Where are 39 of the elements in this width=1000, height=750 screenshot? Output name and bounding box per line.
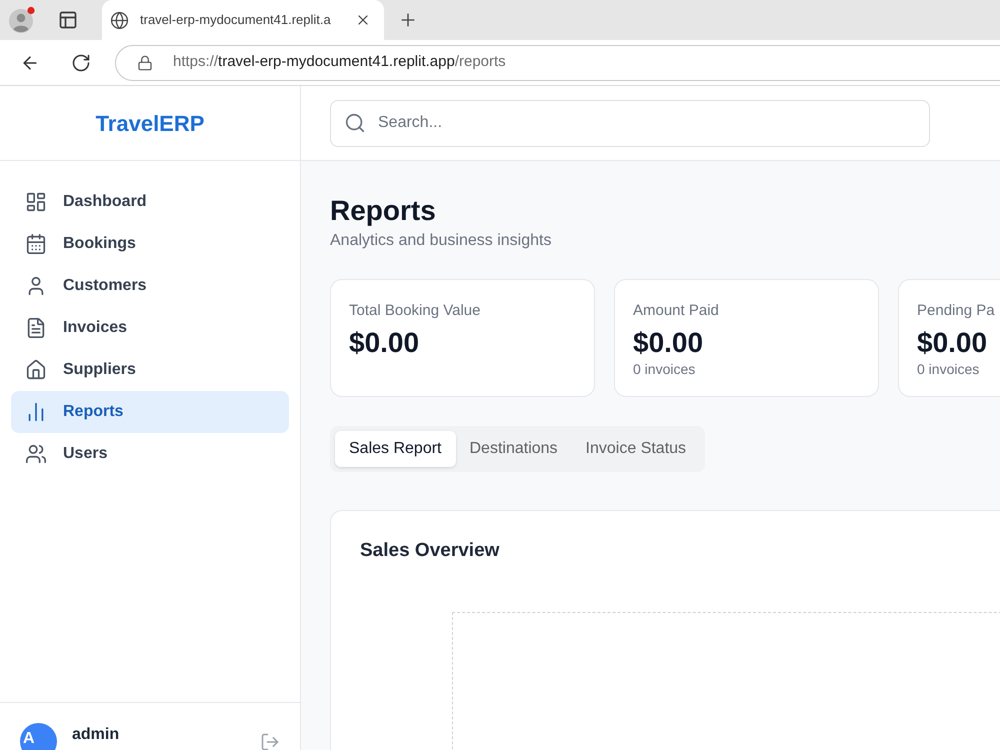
stat-value: $0.00 xyxy=(917,327,988,359)
document-icon xyxy=(25,317,47,339)
report-tab[interactable]: Destinations xyxy=(456,431,572,467)
reload-icon[interactable] xyxy=(71,52,91,72)
house-icon xyxy=(25,359,47,381)
page-subtitle: Analytics and business insights xyxy=(330,231,552,251)
url-text: https://travel-erp-mydocument41.replit.app/reports xyxy=(173,52,506,72)
profile-avatar-icon[interactable] xyxy=(8,6,36,34)
address-bar[interactable]: https://travel-erp-mydocument41.replit.app/reports xyxy=(115,44,1000,80)
report-tab[interactable]: Invoice Status xyxy=(572,431,700,467)
stat-value: $0.00 xyxy=(349,327,420,359)
sidebar-item[interactable]: Users xyxy=(11,433,289,475)
stat-value: $0.00 xyxy=(633,327,704,359)
stat-label: Amount Paid xyxy=(633,301,719,321)
dashboard-icon xyxy=(25,191,47,213)
people-icon xyxy=(25,443,47,465)
stat-note: 0 invoices xyxy=(633,360,696,379)
sidebar-item[interactable]: Reports xyxy=(11,391,289,433)
stat-label: Total Booking Value xyxy=(349,301,480,321)
browser-tab[interactable]: travel-erp-mydocument41.replit.a xyxy=(102,0,384,40)
sidebar-item[interactable]: Suppliers xyxy=(11,349,289,391)
search-field[interactable]: Search... xyxy=(330,100,930,146)
globe-icon xyxy=(110,10,129,30)
calendar-icon xyxy=(25,233,47,255)
page-title: Reports xyxy=(330,194,436,228)
stat-note: 0 invoices xyxy=(917,360,980,379)
report-tab[interactable]: Sales Report xyxy=(335,431,456,467)
user-avatar: A xyxy=(20,723,57,750)
sidebar-item[interactable]: Dashboard xyxy=(11,181,289,223)
user-name: admin xyxy=(72,725,120,745)
sidebar-item[interactable]: Bookings xyxy=(11,223,289,265)
app-logo[interactable]: TravelERP xyxy=(96,106,204,140)
stat-label: Pending Pa xyxy=(917,301,995,321)
sidebar-item[interactable]: Customers xyxy=(11,265,289,307)
search-icon xyxy=(344,112,366,134)
sidebar-item[interactable]: Invoices xyxy=(11,307,289,349)
chart-title: Sales Overview xyxy=(360,539,500,563)
lock-icon xyxy=(137,54,153,70)
tab-list-icon[interactable] xyxy=(58,10,78,30)
